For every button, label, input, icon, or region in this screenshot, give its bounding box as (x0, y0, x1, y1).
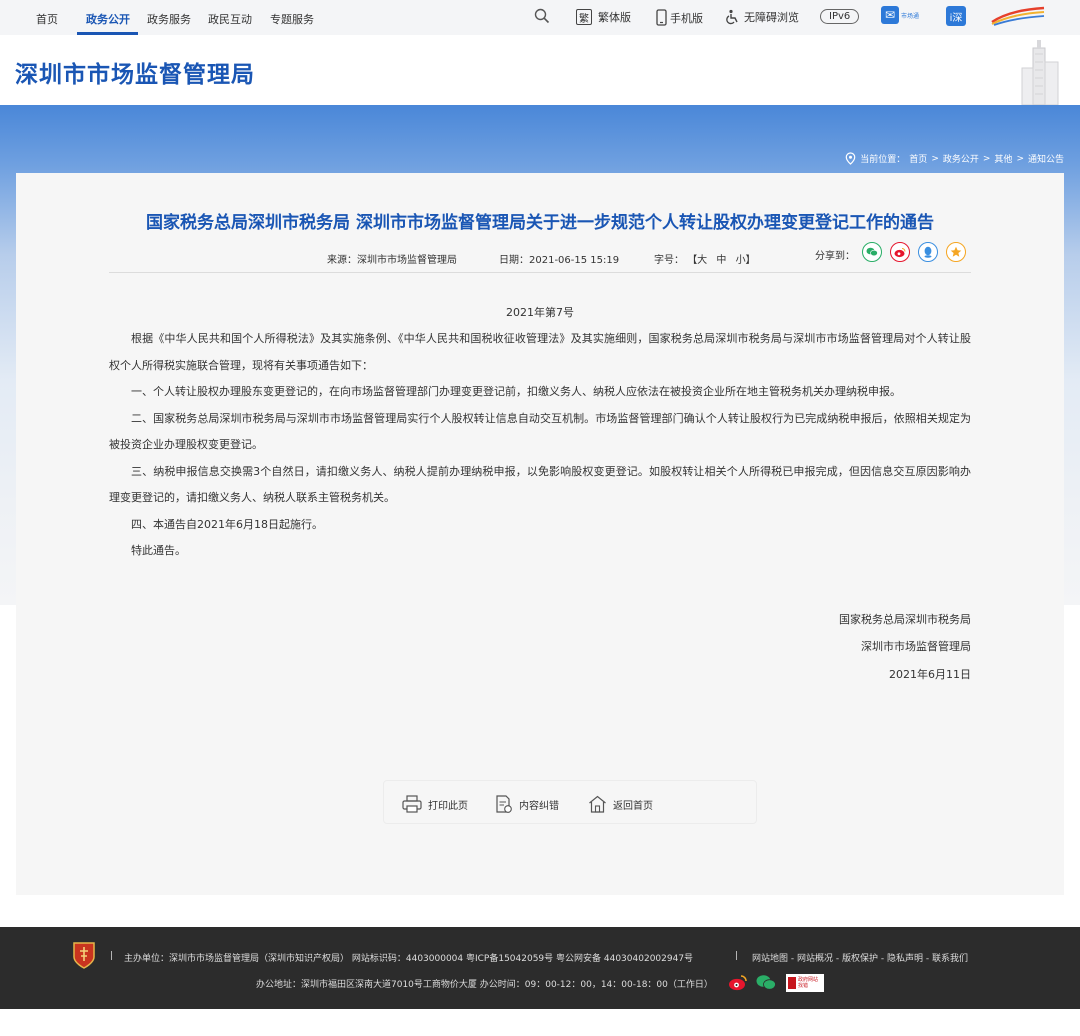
site-title[interactable]: 深圳市市场监督管理局 (15, 55, 255, 89)
document-edit-icon (496, 795, 512, 813)
paragraph: 根据《中华人民共和国个人所得税法》及其实施条例、《中华人民共和国税收征收管理法》… (109, 332, 971, 372)
home-icon (589, 795, 606, 813)
share-qq-icon[interactable] (918, 242, 938, 262)
correction-button[interactable]: 内容纠错 (495, 795, 559, 814)
footer-organizer-info: 主办单位：深圳市市场监督管理局（深圳市知识产权局） 网站标识码：44030000… (124, 954, 694, 964)
nav-item-gov-affairs[interactable]: 政务公开 (86, 11, 130, 27)
breadcrumb-other[interactable]: 其他 (994, 152, 1012, 165)
footer-address-hours: 办公地址：深圳市福田区深南大道7010号工商物价大厦 办公时间：09：00-12… (256, 980, 713, 990)
top-nav: 首页 政务公开 政务服务 政民互动 专题服务 繁 繁体版 手机版 无障碍浏览 I… (0, 0, 1080, 35)
article-source: 来源：深圳市市场监督管理局 (327, 255, 457, 266)
printer-icon (402, 795, 422, 813)
breadcrumb: 当前位置： 首页 > 政务公开 > 其他 > 通知公告 (845, 152, 1064, 165)
wechat-icon[interactable] (756, 974, 776, 991)
paragraph: 二、国家税务总局深圳市税务局与深圳市市场监督管理局实行个人股权转让信息自动交互机… (109, 411, 971, 452)
accessibility-icon (726, 9, 738, 25)
paragraph: 三、纳税申报信息交换需3个自然日，请扣缴义务人、纳税人提前办理纳税申报，以免影响… (109, 464, 971, 505)
footer-link-privacy[interactable]: 隐私声明 (887, 954, 923, 964)
font-size-label: 字号： (654, 255, 684, 266)
nav-item-services[interactable]: 政务服务 (147, 11, 191, 27)
breadcrumb-home[interactable]: 首页 (909, 152, 927, 165)
article-date: 日期：2021-06-15 15:19 (499, 255, 620, 266)
accessibility-label: 无障碍浏览 (744, 11, 799, 24)
share-weibo-icon[interactable] (890, 242, 910, 262)
paragraph: 一、个人转让股权办理股东变更登记的，在向市场监督管理部门办理变更登记前，扣缴义务… (131, 385, 901, 398)
breadcrumb-notices[interactable]: 通知公告 (1028, 152, 1064, 165)
share-wechat-icon[interactable] (862, 242, 882, 262)
paragraph: 特此通告。 (131, 544, 186, 557)
site-footer: | 主办单位：深圳市市场监督管理局（深圳市知识产权局） 网站标识码：440300… (0, 927, 1080, 1009)
font-size-medium[interactable]: 中 (716, 255, 726, 266)
footer-separator: | (735, 951, 739, 961)
nav-item-topics[interactable]: 专题服务 (270, 11, 314, 27)
footer-link-overview[interactable]: 网站概况 (797, 954, 833, 964)
correction-label: 内容纠错 (519, 801, 559, 812)
footer-link-sitemap[interactable]: 网站地图 (752, 954, 788, 964)
print-button[interactable]: 打印此页 (402, 795, 468, 813)
breadcrumb-gov-affairs[interactable]: 政务公开 (943, 152, 979, 165)
location-pin-icon (845, 152, 856, 165)
i-shenzhen-app-icon[interactable]: i深 (946, 6, 966, 26)
error-badge-icon (788, 977, 796, 989)
market-app-label: 市场通 (901, 12, 920, 20)
share-qzone-icon[interactable] (946, 242, 966, 262)
home-label: 返回首页 (613, 800, 653, 812)
print-label: 打印此页 (428, 800, 468, 812)
font-size-small[interactable]: 小】 (736, 255, 756, 266)
mobile-link[interactable]: 手机版 (656, 9, 703, 26)
font-size-control: 字号： 【大 中 小】 (654, 251, 756, 266)
nav-item-home[interactable]: 首页 (36, 11, 58, 27)
breadcrumb-separator: > (1016, 153, 1024, 164)
breadcrumb-separator: > (982, 153, 991, 164)
article-title: 国家税务总局深圳市税务局 深圳市市场监督管理局关于进一步规范个人转让股权办理变更… (146, 213, 934, 233)
font-size-large[interactable]: 【大 (687, 255, 707, 266)
site-header: 深圳市市场监督管理局 (0, 35, 1080, 105)
breadcrumb-label: 当前位置： (860, 155, 906, 165)
search-icon[interactable] (534, 8, 550, 24)
home-button[interactable]: 返回首页 (588, 795, 653, 813)
bureau-emblem-icon (73, 942, 95, 969)
signature-tax-bureau: 国家税务总局深圳市税务局 (839, 613, 971, 626)
paragraph: 四、本通告自2021年6月18日起施行。 (131, 517, 323, 531)
footer-link-contact[interactable]: 联系我们 (932, 954, 968, 964)
footer-links: 网站地图 - 网站概况 - 版权保护 - 隐私声明 - 联系我们 (752, 951, 968, 964)
traditional-label: 繁体版 (598, 11, 631, 24)
footer-separator: | (110, 951, 114, 961)
mobile-label: 手机版 (670, 11, 703, 25)
building-illustration (1021, 40, 1059, 105)
breadcrumb-separator: > (931, 153, 939, 164)
nav-item-interaction[interactable]: 政民互动 (208, 11, 252, 27)
market-app-link[interactable]: ✉ 市场通 (881, 6, 919, 24)
gov-site-error-badge[interactable]: 政府网站 找错 (786, 974, 824, 992)
i-shenzhen-glyph: i深 (946, 6, 966, 26)
traditional-icon: 繁 (576, 9, 592, 25)
market-app-icon: ✉ (881, 6, 899, 24)
shenzhen-city-logo (990, 4, 1046, 26)
article-body: 根据《中华人民共和国个人所得税法》及其实施条例、《中华人民共和国税收征收管理法》… (109, 326, 971, 565)
weibo-icon[interactable] (728, 974, 748, 991)
article-tools: 打印此页 内容纠错 返回首页 (383, 780, 757, 824)
signature-date: 2021年6月11日 (889, 668, 971, 681)
bottom-strip (0, 1009, 1080, 1036)
signature-market-bureau: 深圳市市场监督管理局 (861, 640, 971, 653)
mobile-icon (656, 9, 667, 26)
footer-link-copyright[interactable]: 版权保护 (842, 954, 878, 964)
traditional-chinese-link[interactable]: 繁 繁体版 (576, 9, 631, 25)
share-label: 分享到： (815, 251, 855, 262)
meta-divider (109, 272, 971, 273)
ipv6-badge[interactable]: IPv6 (820, 9, 860, 24)
document-number: 2021年第7号 (506, 306, 574, 319)
accessibility-link[interactable]: 无障碍浏览 (724, 9, 799, 25)
gov-badge-label: 政府网站 找错 (798, 977, 819, 989)
ipv6-label: IPv6 (820, 9, 860, 24)
